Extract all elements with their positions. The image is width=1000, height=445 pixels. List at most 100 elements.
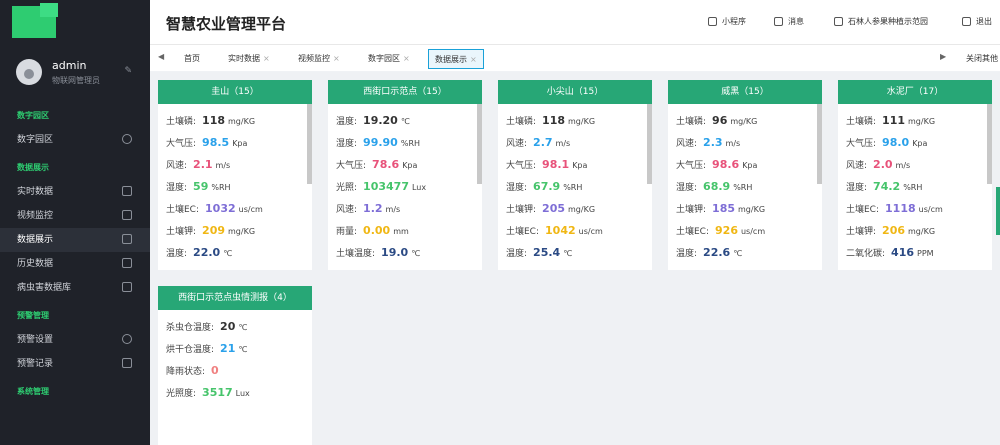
close-others-button[interactable]: 关闭其他: [966, 53, 998, 64]
reading-row: 雨量: 0.00 mm: [336, 220, 474, 242]
card-title: 西街口示范点（15）: [328, 80, 482, 104]
reading-unit: mg/KG: [908, 227, 936, 236]
reading-row: 土壤EC: 1118 us/cm: [846, 198, 984, 220]
reading-value: 67.9: [533, 180, 561, 193]
mini-program-button[interactable]: 小程序: [708, 16, 746, 27]
reading-value: 98.5: [202, 136, 230, 149]
reading-label: 雨量:: [336, 227, 358, 237]
reading-unit: Lux: [411, 183, 427, 192]
map-icon: [834, 17, 843, 26]
card-title: 西街口示范点虫情测报（4）: [158, 286, 312, 310]
park-select-button[interactable]: 石林人参果种植示范园: [834, 16, 928, 27]
reading-unit: mg/KG: [228, 117, 256, 126]
card-body: 土壤磷: 118 mg/KG 大气压: 98.5 Kpa 风速: 2.1 m/s 湿度: 59 %RH…: [158, 104, 312, 264]
card-scrollbar[interactable]: [987, 104, 992, 184]
reading-label: 大气压:: [336, 161, 367, 171]
reading-value: 185: [712, 202, 736, 215]
reading-unit: ℃: [733, 249, 743, 258]
reading-value: 99.90: [363, 136, 398, 149]
reading-label: 温度:: [676, 249, 698, 259]
reading-unit: mg/KG: [908, 117, 936, 126]
user-name: admin: [52, 58, 87, 72]
tab-scroll-right-icon[interactable]: ▶: [940, 52, 946, 61]
reading-unit: ℃: [238, 323, 248, 332]
card-scrollbar[interactable]: [477, 104, 482, 184]
station-card-guishan: 圭山（15） 土壤磷: 118 mg/KG 大气压: 98.5 Kpa 风速: 2.1 m/s 湿…: [158, 80, 312, 270]
reading-value: 20: [220, 320, 236, 333]
reading-unit: Kpa: [232, 139, 248, 148]
logout-button[interactable]: 退出: [962, 16, 992, 27]
card-scrollbar[interactable]: [647, 104, 652, 184]
reading-value: 1032: [205, 202, 236, 215]
logo-area: [0, 0, 150, 44]
tab-realtime-data[interactable]: 实时数据 ×: [222, 49, 276, 69]
card-body: 土壤磷: 96 mg/KG 风速: 2.3 m/s 大气压: 98.6 Kpa 湿度: 68.9 %R…: [668, 104, 822, 264]
avatar[interactable]: [16, 59, 42, 85]
reading-unit: ℃: [223, 249, 233, 258]
sidebar-item-video-monitor[interactable]: 视频监控: [0, 204, 150, 228]
reading-unit: Kpa: [912, 139, 928, 148]
card-body: 杀虫仓温度: 20 ℃ 烘干仓温度: 21 ℃ 降雨状态: 0 光照度: 3517 Lux: [158, 310, 312, 404]
sidebar: admin 物联网管理员 ✎ 数字园区 数字园区 数据展示 实时数据 视频监控 …: [0, 0, 150, 445]
reading-value: 416: [891, 246, 915, 259]
reading-label: 大气压:: [846, 139, 877, 149]
tab-close-icon[interactable]: ×: [403, 54, 410, 63]
reading-unit: Kpa: [572, 161, 588, 170]
reading-unit: m/s: [555, 139, 571, 148]
tab-data-display[interactable]: 数据展示 ×: [428, 49, 484, 69]
reading-value: 1042: [545, 224, 576, 237]
sidebar-item-label: 数字园区: [17, 135, 54, 145]
reading-row: 湿度: 59 %RH: [166, 176, 304, 198]
card-scrollbar[interactable]: [307, 104, 312, 184]
reading-row: 温度: 25.4 ℃: [506, 242, 644, 264]
reading-label: 降雨状态:: [166, 367, 206, 377]
reading-value: 1.2: [363, 202, 383, 215]
reading-value: 3517: [202, 386, 233, 399]
reading-row: 杀虫仓温度: 20 ℃: [166, 316, 304, 338]
sidebar-item-data-display[interactable]: 数据展示: [0, 228, 150, 252]
reading-row: 湿度: 74.2 %RH: [846, 176, 984, 198]
sidebar-item-warning-records[interactable]: 预警记录: [0, 352, 150, 376]
reading-value: 59: [193, 180, 209, 193]
sidebar-item-realtime-data[interactable]: 实时数据: [0, 180, 150, 204]
monitor-icon: [122, 234, 132, 244]
reading-value: 19.20: [363, 114, 398, 127]
tab-home[interactable]: 首页: [178, 49, 206, 69]
sidebar-item-label: 病虫害数据库: [17, 283, 72, 293]
reading-label: 湿度:: [336, 139, 358, 149]
reading-value: 22.0: [193, 246, 221, 259]
tab-close-icon[interactable]: ×: [263, 54, 270, 63]
reading-label: 大气压:: [506, 161, 537, 171]
reading-unit: Lux: [235, 389, 250, 398]
reading-row: 土壤EC: 926 us/cm: [676, 220, 814, 242]
tab-scroll-left-icon[interactable]: ◀: [158, 52, 164, 61]
tab-close-icon[interactable]: ×: [333, 54, 340, 63]
reading-value: 2.1: [193, 158, 213, 171]
sidebar-item-label: 历史数据: [17, 259, 54, 269]
reading-unit: ℃: [411, 249, 421, 258]
tab-label: 首页: [184, 54, 200, 63]
pest-monitor-card: 西街口示范点虫情测报（4） 杀虫仓温度: 20 ℃ 烘干仓温度: 21 ℃ 降雨状态: 0 光照…: [158, 286, 312, 445]
sidebar-item-digital-park[interactable]: 数字园区: [0, 128, 150, 152]
edit-icon[interactable]: ✎: [124, 66, 132, 76]
reading-row: 大气压: 98.6 Kpa: [676, 154, 814, 176]
tab-video-monitor[interactable]: 视频监控 ×: [292, 49, 346, 69]
sidebar-item-history-data[interactable]: 历史数据: [0, 252, 150, 276]
side-drawer-handle[interactable]: [996, 187, 1000, 235]
compass-icon: [122, 134, 132, 144]
sidebar-item-warning-settings[interactable]: 预警设置: [0, 328, 150, 352]
reading-row: 土壤磷: 118 mg/KG: [506, 110, 644, 132]
reading-label: 土壤磷:: [846, 117, 877, 127]
message-button[interactable]: 消息: [774, 16, 804, 27]
reading-row: 大气压: 98.5 Kpa: [166, 132, 304, 154]
grid-icon: [122, 258, 132, 268]
reading-unit: ℃: [238, 345, 248, 354]
sidebar-item-pest-database[interactable]: 病虫害数据库: [0, 276, 150, 300]
reading-row: 风速: 1.2 m/s: [336, 198, 474, 220]
reading-label: 土壤磷:: [506, 117, 537, 127]
tab-digital-park[interactable]: 数字园区 ×: [362, 49, 416, 69]
card-scrollbar[interactable]: [817, 104, 822, 184]
reading-value: 19.0: [381, 246, 409, 259]
camera-icon: [122, 210, 132, 220]
tab-close-icon[interactable]: ×: [470, 55, 477, 64]
